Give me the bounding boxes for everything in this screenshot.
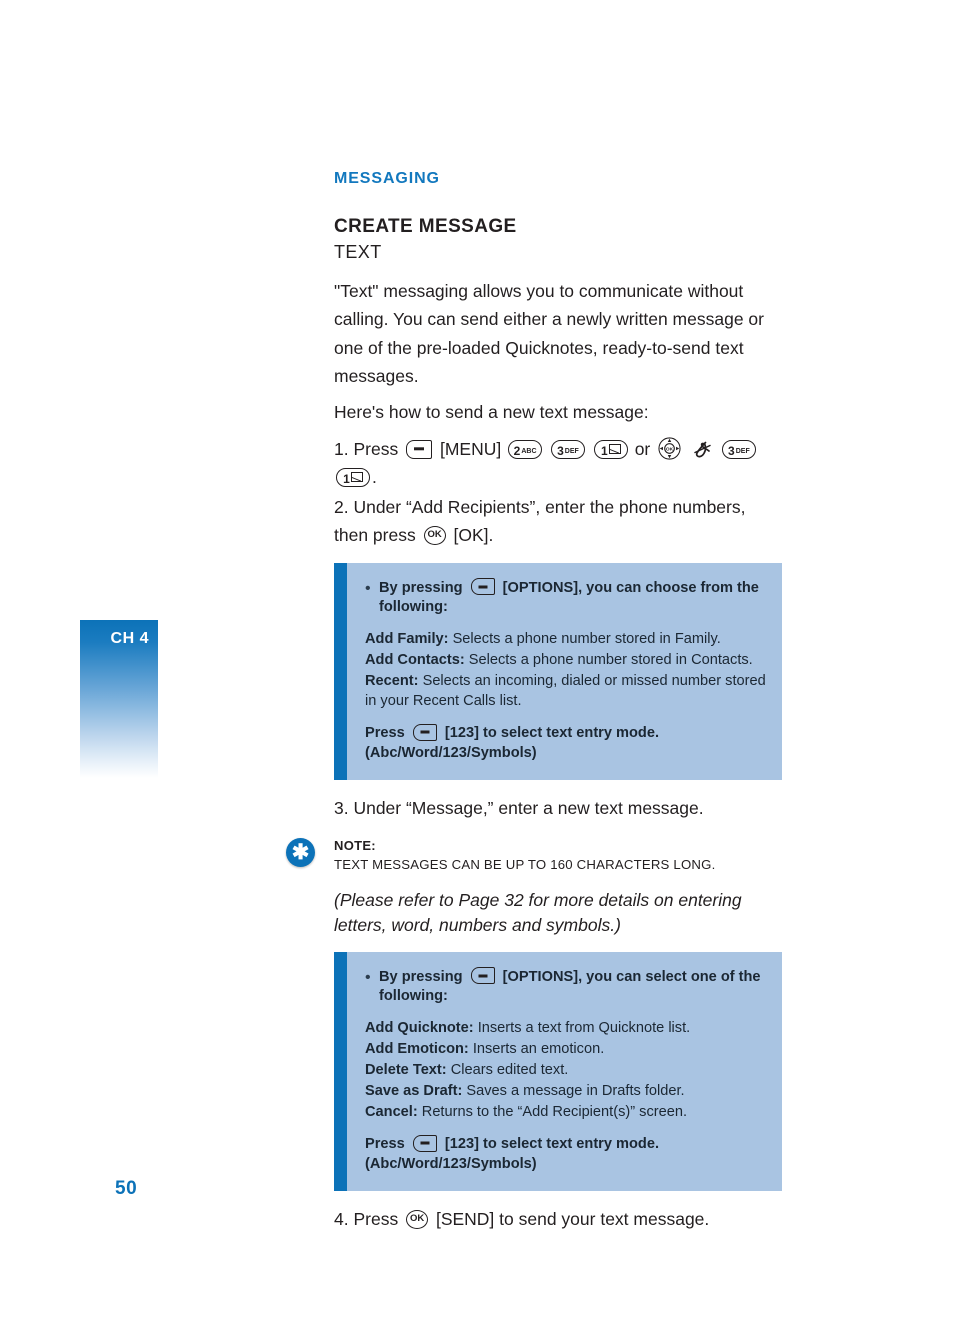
option-term: Add Contacts: (365, 652, 465, 669)
soft-key-icon (470, 578, 495, 596)
option-term: Add Emoticon: (365, 1041, 469, 1058)
callout-body: • By pressing [OPTIONS], you can select … (347, 952, 782, 1191)
option-term: Add Quicknote: (365, 1020, 474, 1037)
section-title: MESSAGING (334, 170, 440, 187)
step-1-prefix: 1. Press (334, 438, 399, 459)
option-list: Add Family: Selects a phone number store… (365, 630, 766, 712)
note-text: TEXT MESSAGES CAN BE UP TO 160 CHARACTER… (334, 857, 716, 872)
option-term: Save as Draft: (365, 1083, 463, 1100)
option-term: Recent: (365, 673, 419, 690)
list-item: Add Family: Selects a phone number store… (365, 630, 766, 650)
callout-lead-text: By pressing [OPTIONS], you can select on… (379, 967, 766, 1007)
step-1-or: or (634, 438, 651, 459)
list-item: Add Emoticon: Inserts an emoticon. (365, 1040, 766, 1060)
option-desc: Selects an incoming, dialed or missed nu… (365, 673, 766, 710)
callout-lead: • By pressing [OPTIONS], you can choose … (365, 578, 766, 618)
keypad-key-2abc-icon: 2ABC (508, 439, 543, 459)
keypad-key-1-envelope-icon-2: 1 (336, 467, 370, 487)
soft-key-icon (412, 723, 437, 741)
bullet-icon: • (365, 968, 371, 986)
option-desc: Inserts an emoticon. (468, 1041, 605, 1058)
option-desc: Clears edited text. (446, 1062, 569, 1079)
step-2-line-1: 2. Under “Add Recipients”, enter the pho… (334, 496, 746, 517)
soft-key-icon (470, 967, 495, 985)
option-desc: Returns to the “Add Recipient(s)” screen… (417, 1104, 688, 1120)
option-term: Cancel: (365, 1104, 418, 1120)
asterisk-icon: ✱ (286, 838, 315, 867)
options-callout-2: • By pressing [OPTIONS], you can select … (334, 951, 782, 1191)
step-2: 2. Under “Add Recipients”, enter the pho… (334, 493, 794, 549)
step-1-suffix: . (372, 466, 377, 487)
step-1-menu-label: [MENU] (439, 438, 502, 459)
option-desc: Saves a message in Drafts folder. (462, 1083, 685, 1100)
bullet-icon: • (365, 579, 371, 597)
callout-press-suffix: [123] to select text entry mode. (Abc/Wo… (365, 725, 660, 762)
list-item: Add Quicknote: Inserts a text from Quick… (365, 1019, 766, 1039)
callout-press-prefix: Press (365, 725, 405, 742)
option-desc: Selects a phone number stored in Contact… (464, 652, 753, 669)
callout-lead-prefix: By pressing (379, 968, 463, 985)
keypad-key-1-envelope-icon: 1 (593, 439, 628, 459)
note-block: ✱ NOTE: TEXT MESSAGES CAN BE UP TO 160 C… (286, 838, 794, 872)
chapter-tab-label: CH 4 (110, 630, 149, 647)
ok-key-icon: OK (423, 525, 446, 545)
page-content: MESSAGING CREATE MESSAGE TEXT "Text" mes… (286, 170, 794, 1233)
keypad-key-3def-icon-2: 3DEF (721, 439, 756, 459)
step-2-line-2-suffix: [OK]. (453, 524, 494, 545)
callout-lead-text: By pressing [OPTIONS], you can choose fr… (379, 578, 766, 618)
option-desc: Inserts a text from Quicknote list. (473, 1020, 691, 1037)
soft-key-icon (412, 1134, 437, 1152)
step-4-prefix: 4. Press (334, 1208, 399, 1229)
callout-body: • By pressing [OPTIONS], you can choose … (347, 563, 782, 780)
messaging-script-glyph-icon (692, 439, 712, 460)
page-title: CREATE MESSAGE (334, 216, 517, 237)
callout-press-note: Press [123] to select text entry mode. (… (365, 723, 766, 764)
note-label: NOTE: (334, 838, 376, 853)
list-item: Cancel: Returns to the “Add Recipient(s)… (365, 1103, 766, 1123)
callout-press-note: Press [123] to select text entry mode. (… (365, 1134, 766, 1175)
intro-lead: Here's how to send a new text message: (334, 402, 649, 423)
list-item: Delete Text: Clears edited text. (365, 1061, 766, 1081)
step-2-line-2-prefix: then press (334, 524, 416, 545)
soft-key-icon (406, 439, 433, 459)
option-list: Add Quicknote: Inserts a text from Quick… (365, 1019, 766, 1123)
callout-press-suffix: [123] to select text entry mode. (Abc/Wo… (365, 1135, 660, 1172)
list-item: Add Contacts: Selects a phone number sto… (365, 651, 766, 671)
keypad-key-3def-icon: 3DEF (550, 439, 585, 459)
ok-key-icon: OK (406, 1209, 429, 1229)
callout-lead-prefix: By pressing (379, 579, 463, 596)
svg-text:OK: OK (666, 446, 674, 452)
option-term: Delete Text: (365, 1062, 447, 1079)
callout-lead: • By pressing [OPTIONS], you can select … (365, 967, 766, 1007)
list-item: Save as Draft: Saves a message in Drafts… (365, 1082, 766, 1102)
navigation-pad-icon: OK (658, 437, 681, 460)
list-item: Recent: Selects an incoming, dialed or m… (365, 672, 766, 712)
callout-press-prefix: Press (365, 1135, 405, 1152)
option-term: Add Family: (365, 631, 449, 648)
step-3: 3. Under “Message,” enter a new text mes… (334, 798, 704, 818)
callout-accent-bar (334, 562, 347, 780)
step-4: 4. Press OK [SEND] to send your text mes… (334, 1205, 794, 1233)
option-desc: Selects a phone number stored in Family. (448, 631, 721, 648)
options-callout-1: • By pressing [OPTIONS], you can choose … (334, 562, 782, 780)
intro-paragraph: "Text" messaging allows you to communica… (334, 281, 764, 387)
subsection-title: TEXT (334, 242, 382, 262)
step-4-suffix: [SEND] to send your text message. (435, 1208, 710, 1229)
step-1: 1. Press [MENU] 2ABC 3DEF 1 or OK 3DEF 1… (334, 435, 794, 491)
page-number: 50 (115, 1178, 138, 1199)
callout-accent-bar (334, 951, 347, 1191)
chapter-tab: CH 4 (80, 620, 158, 778)
cross-reference-note: (Please refer to Page 32 for more detail… (334, 890, 742, 935)
